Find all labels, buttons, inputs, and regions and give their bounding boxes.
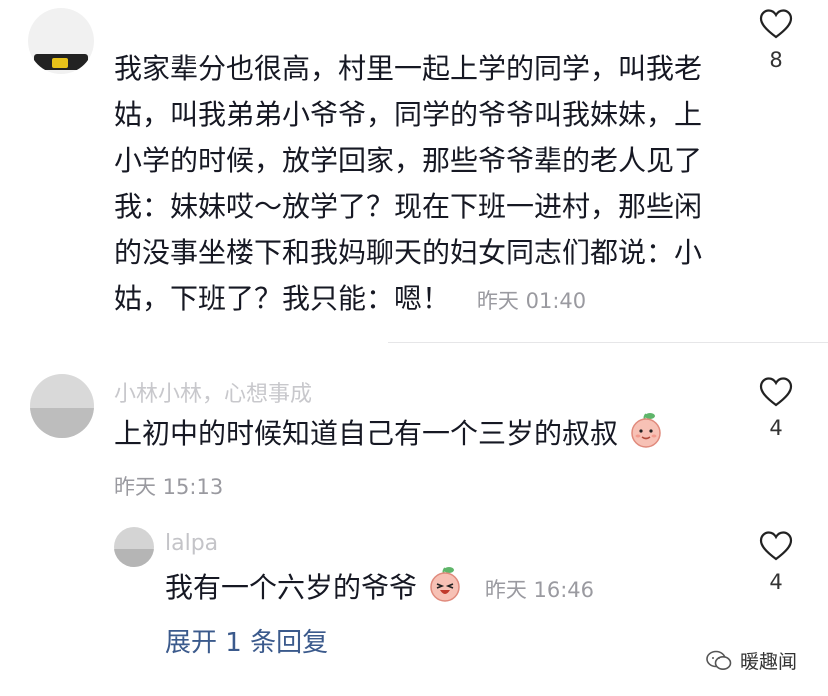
like-count: 8: [769, 48, 783, 72]
reply-body: 我有一个六岁的爷爷: [165, 571, 418, 604]
expand-replies-link[interactable]: 展开 1 条回复: [165, 622, 328, 659]
comment-body: 上初中的时候知道自己有一个三岁的叔叔: [114, 417, 619, 450]
watermark: 暖趣闻: [706, 647, 797, 674]
heart-icon: [759, 377, 793, 407]
comment-username[interactable]: 小林小林，心想事成: [114, 376, 312, 408]
comment-line: 我家辈分也很高，村里一起上学的同学，叫我老: [114, 52, 703, 85]
divider: [388, 342, 828, 343]
heart-icon: [759, 9, 793, 39]
laughing-peach-emoji: [426, 565, 464, 617]
comment-line: 的没事坐楼下和我妈聊天的妇女同志们都说：小: [114, 236, 703, 269]
like-button[interactable]: 4: [746, 530, 806, 594]
watermark-text: 暖趣闻: [740, 651, 798, 673]
comment-line: 我：妹妹哎～放学了？现在下班一进村，那些闲: [114, 190, 703, 223]
comment-text: 上初中的时候知道自己有一个三岁的叔叔: [114, 411, 665, 463]
comment-time: 昨天 15:13: [114, 475, 224, 499]
comment-line: 姑，下班了？我只能：嗯！ 昨天 01:40: [114, 276, 734, 324]
avatar[interactable]: [30, 374, 94, 438]
comment-line-text: 姑，下班了？我只能：嗯！: [114, 282, 451, 315]
avatar[interactable]: [28, 8, 94, 74]
comment-line: 姑，叫我弟弟小爷爷，同学的爷爷叫我妹妹，上: [114, 98, 703, 131]
reply-time: 昨天 16:46: [484, 578, 595, 602]
avatar[interactable]: [114, 527, 154, 567]
comment-text: 我家辈分也很高，村里一起上学的同学，叫我老 姑，叫我弟弟小爷爷，同学的爷爷叫我妹…: [114, 46, 734, 324]
like-count: 4: [769, 570, 783, 594]
reply-username[interactable]: lalpa: [165, 531, 218, 556]
reply-text: 我有一个六岁的爷爷 昨天 16:46: [165, 565, 594, 617]
comment-time: 昨天 01:40: [476, 289, 587, 313]
like-button[interactable]: 8: [746, 8, 806, 72]
heart-icon: [759, 531, 793, 561]
comment-line: 小学的时候，放学回家，那些爷爷辈的老人见了: [114, 144, 703, 177]
like-button[interactable]: 4: [746, 376, 806, 440]
wechat-icon: [706, 650, 732, 670]
like-count: 4: [769, 416, 783, 440]
smiling-peach-emoji: [627, 411, 665, 463]
